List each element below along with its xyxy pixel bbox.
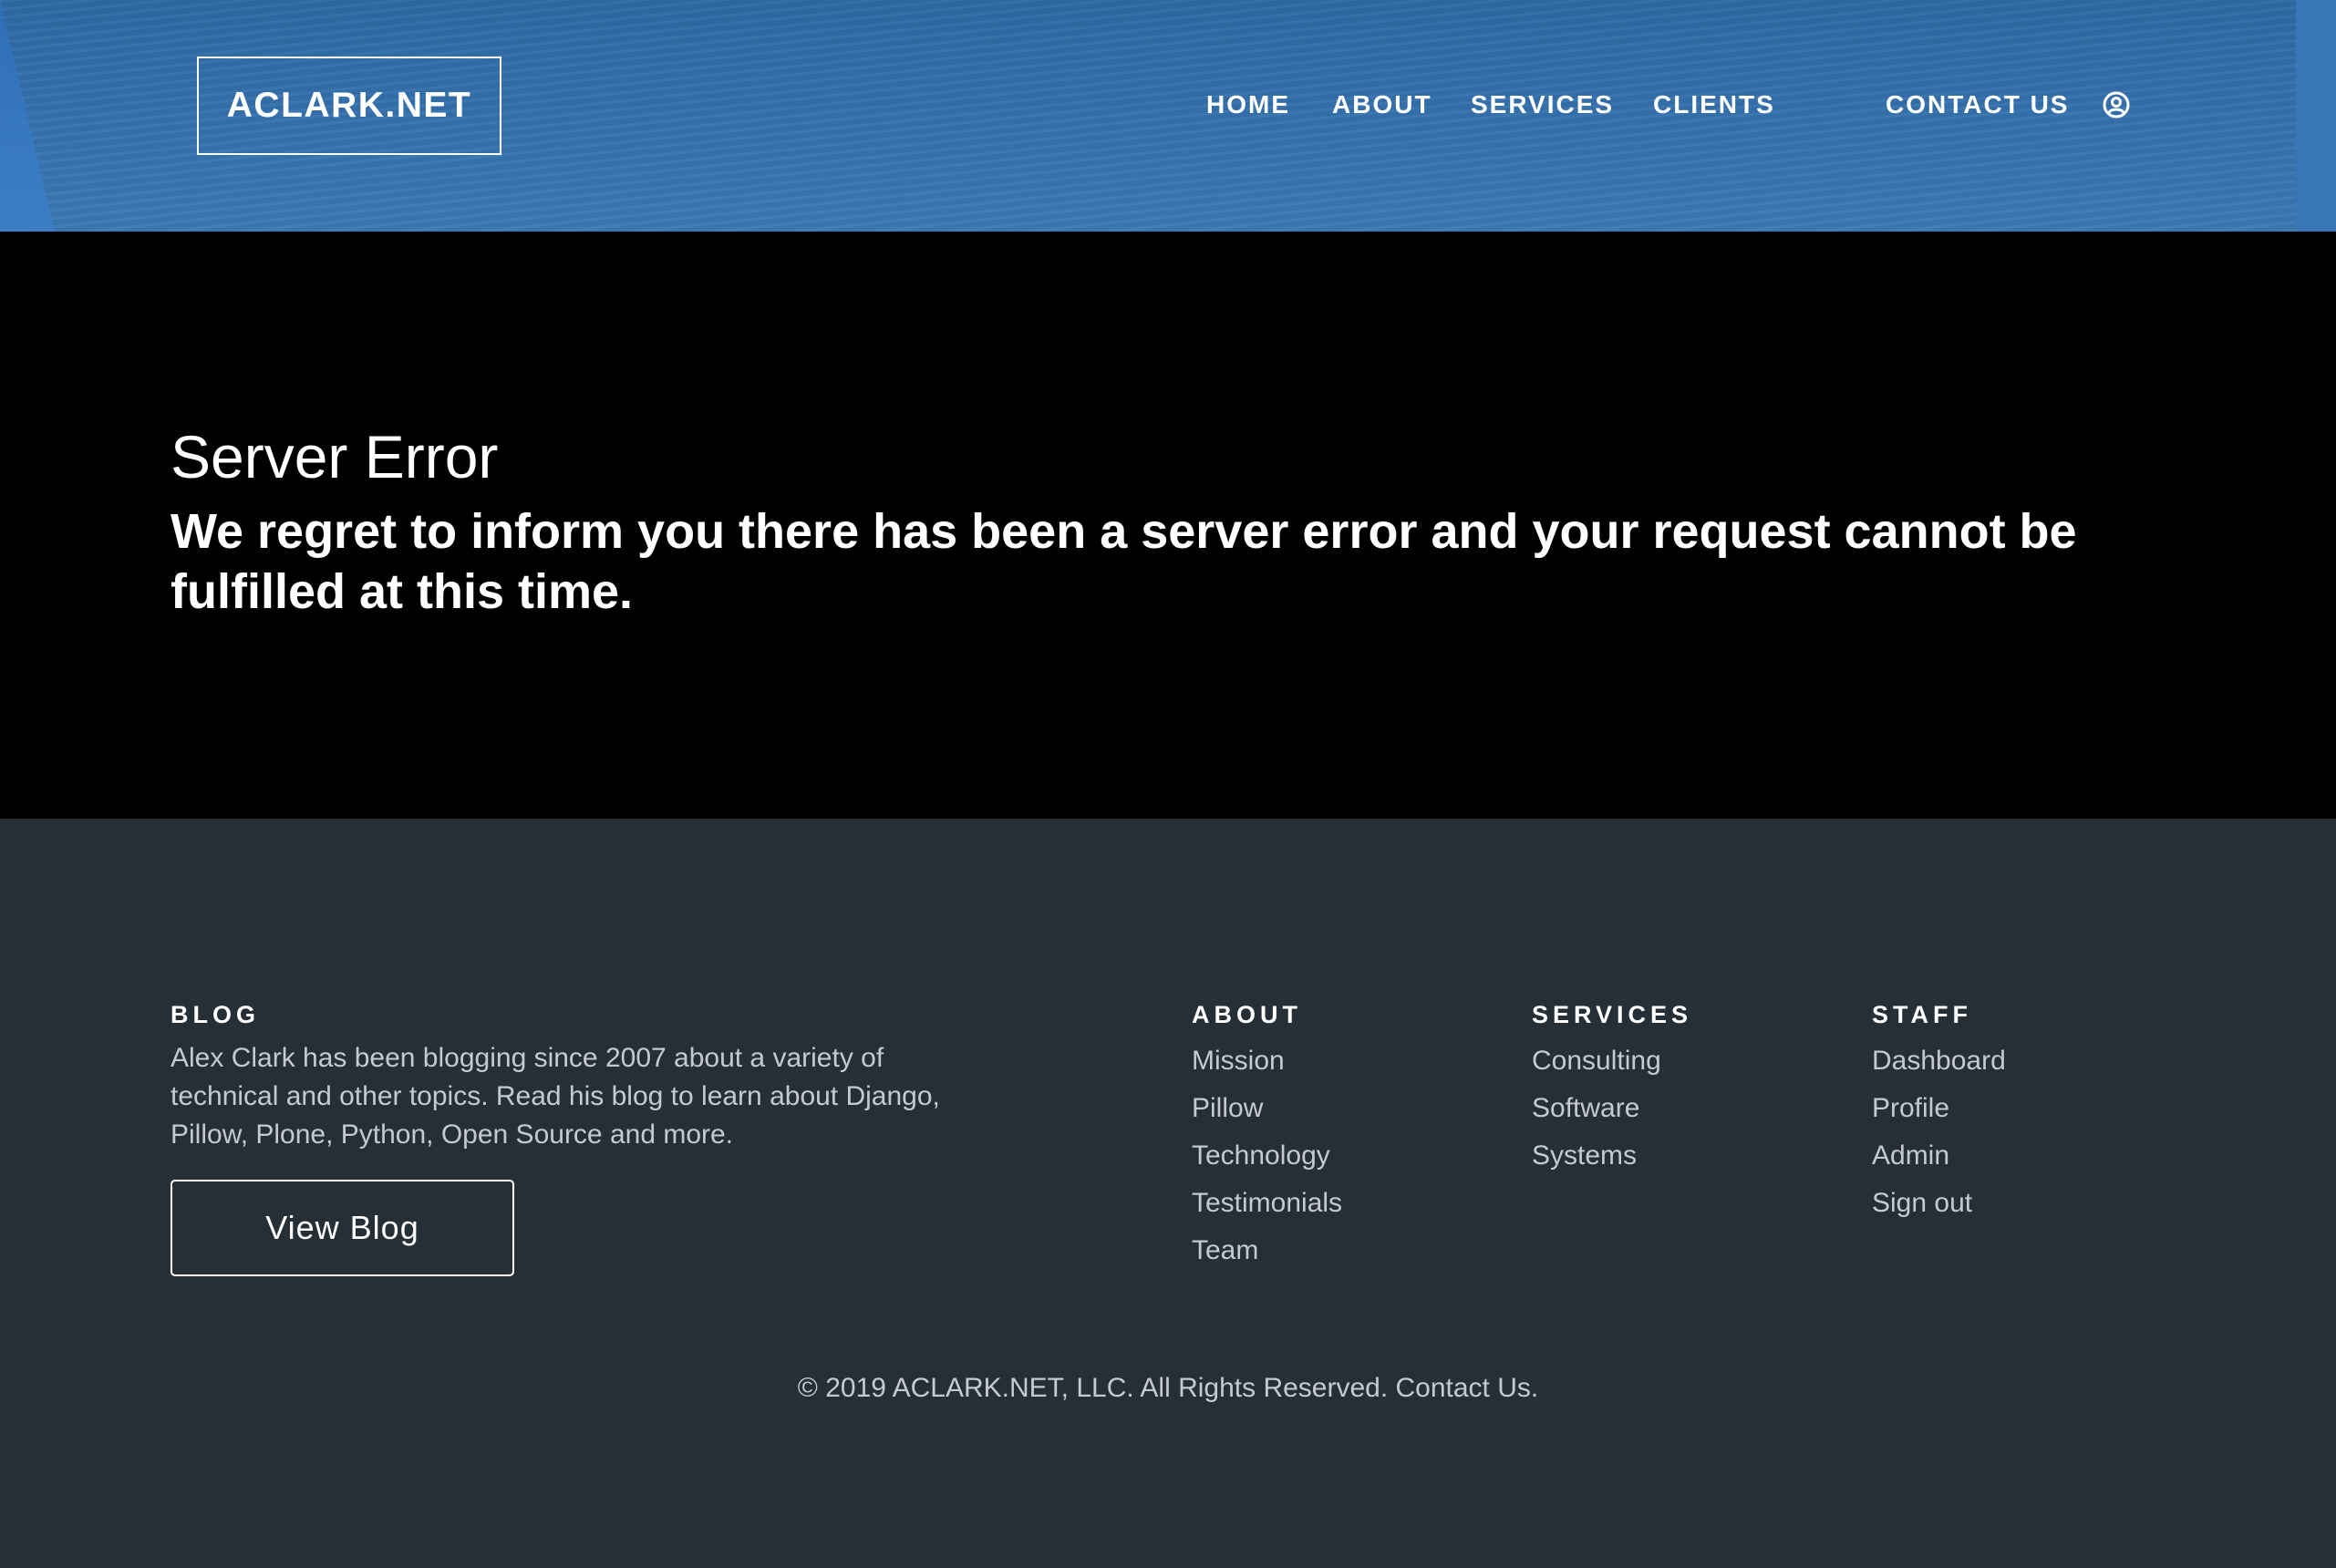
nav-about[interactable]: ABOUT	[1332, 90, 1432, 119]
footer-blog-text: Alex Clark has been blogging since 2007 …	[171, 1043, 940, 1150]
footer-link-team[interactable]: Team	[1192, 1227, 1342, 1274]
footer-link-mission[interactable]: Mission	[1192, 1037, 1342, 1085]
footer-link-dashboard[interactable]: Dashboard	[1872, 1037, 2006, 1085]
site-footer: BLOG Alex Clark has been blogging since …	[0, 819, 2336, 1568]
footer-copyright: © 2019 ACLARK.NET, LLC. All Rights Reser…	[797, 1373, 1539, 1403]
footer-services-heading: SERVICES	[1532, 1001, 1693, 1028]
nav-clients[interactable]: CLIENTS	[1653, 90, 1775, 119]
footer-staff-heading: STAFF	[1872, 1001, 1972, 1028]
footer-link-software[interactable]: Software	[1532, 1085, 1661, 1132]
error-hero: Server Error We regret to inform you the…	[0, 232, 2336, 819]
footer-link-pillow[interactable]: Pillow	[1192, 1085, 1342, 1132]
header-background-strip	[2296, 0, 2336, 232]
footer-services-links: Consulting Software Systems	[1532, 1037, 1661, 1180]
nav-services[interactable]: SERVICES	[1471, 90, 1614, 119]
footer-link-profile[interactable]: Profile	[1872, 1085, 2006, 1132]
footer-blog-heading: BLOG	[171, 1001, 260, 1028]
footer-about-heading: ABOUT	[1192, 1001, 1302, 1028]
footer-link-consulting[interactable]: Consulting	[1532, 1037, 1661, 1085]
nav-bar: HOME	[1206, 84, 1290, 126]
site-logo[interactable]: ACLARK.NET	[197, 57, 501, 155]
footer-link-systems[interactable]: Systems	[1532, 1132, 1661, 1180]
nav-bar-contact-wrap: CONTACT US	[1886, 84, 2069, 126]
footer-link-technology[interactable]: Technology	[1192, 1132, 1342, 1180]
page-title: Server Error	[171, 423, 499, 490]
footer-link-sign-out[interactable]: Sign out	[1872, 1180, 2006, 1227]
footer-link-testimonials[interactable]: Testimonials	[1192, 1180, 1342, 1227]
view-blog-button[interactable]: View Blog	[171, 1180, 514, 1276]
footer-staff-links: Dashboard Profile Admin Sign out	[1872, 1037, 2006, 1227]
footer-link-admin[interactable]: Admin	[1872, 1132, 2006, 1180]
user-circle-icon[interactable]	[2102, 90, 2131, 119]
nav-bar-services-wrap: SERVICES	[1471, 84, 1614, 126]
nav-contact-us[interactable]: CONTACT US	[1886, 90, 2069, 119]
nav-home[interactable]: HOME	[1206, 90, 1290, 119]
footer-about-links: Mission Pillow Technology Testimonials T…	[1192, 1037, 1342, 1274]
error-message: We regret to inform you there has been a…	[171, 504, 2077, 619]
site-header: ACLARK.NET HOME ABOUT SERVICES CLIENTS C…	[0, 0, 2336, 232]
nav-bar-clients-wrap: CLIENTS	[1653, 84, 1775, 126]
nav-bar-about-wrap: ABOUT	[1332, 84, 1432, 126]
header-background-shape	[0, 0, 55, 232]
